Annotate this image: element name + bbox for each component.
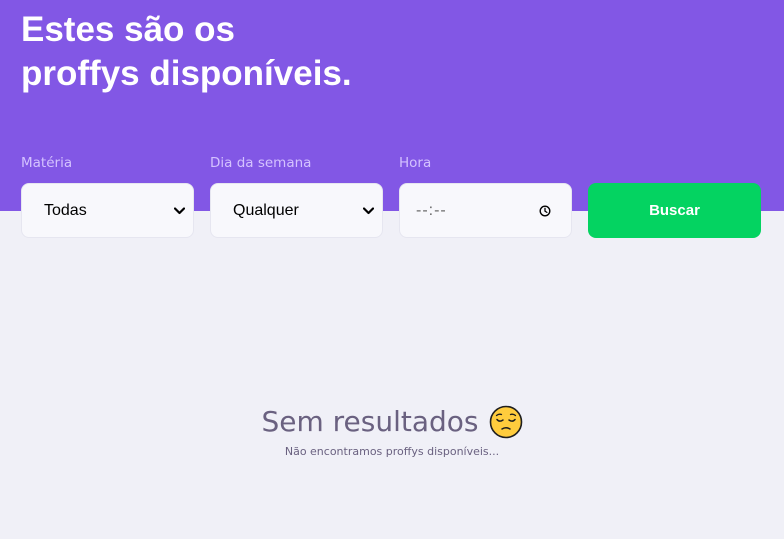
page-title-line-2: proffys disponíveis. xyxy=(21,54,352,93)
subject-select[interactable]: Todas xyxy=(21,183,194,238)
weekday-select-value: Qualquer xyxy=(233,201,299,219)
page-title-line-1: Estes são os xyxy=(21,10,235,49)
empty-state-title: Sem resultados xyxy=(261,405,479,438)
empty-state-title-row: Sem resultados xyxy=(261,402,522,442)
weekday-label: Dia da semana xyxy=(210,155,312,171)
empty-state-subtitle: Não encontramos proffys disponíveis... xyxy=(284,445,500,458)
time-label: Hora xyxy=(399,155,432,171)
page-title: Estes são os proffys disponíveis. xyxy=(21,8,441,96)
pensive-face-icon xyxy=(489,405,523,439)
chevron-down-icon xyxy=(362,205,374,217)
search-button[interactable]: Buscar xyxy=(588,183,761,238)
page-header: Estes são os proffys disponíveis. xyxy=(0,0,784,211)
subject-label: Matéria xyxy=(21,155,73,171)
subject-select-value: Todas xyxy=(44,201,87,219)
page: Estes são os proffys disponíveis. Matéri… xyxy=(0,0,784,539)
chevron-down-icon xyxy=(173,205,185,217)
weekday-select[interactable]: Qualquer xyxy=(210,183,383,238)
time-input[interactable]: --:-- xyxy=(399,183,572,238)
time-input-value: --:-- xyxy=(416,201,447,219)
clock-icon[interactable] xyxy=(539,205,551,217)
empty-state: Sem resultados Não encontramos proffys d… xyxy=(0,402,784,460)
